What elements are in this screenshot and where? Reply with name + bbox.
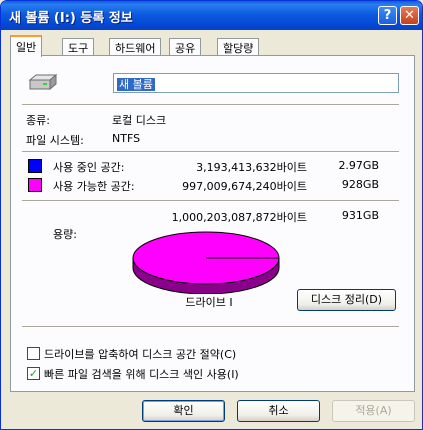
- volume-name-text: 새 볼륨: [117, 78, 155, 91]
- type-label: 종류:: [26, 114, 50, 127]
- filesystem-value: NTFS: [112, 132, 141, 145]
- title-bar[interactable]: 새 볼륨 (I:) 등록 정보 ? ✕: [1, 1, 422, 30]
- divider: [22, 104, 399, 106]
- capacity-size: 931GB: [341, 209, 379, 222]
- divider: [22, 200, 399, 202]
- compress-checkbox[interactable]: [27, 347, 40, 360]
- used-space-size: 2.97GB: [338, 159, 379, 172]
- capacity-label: 용량:: [53, 228, 77, 241]
- apply-button[interactable]: 적용(A): [332, 400, 415, 422]
- free-space-label: 사용 가능한 공간:: [53, 180, 135, 193]
- tab-tools[interactable]: 도구: [62, 38, 95, 55]
- tab-quota[interactable]: 할당량: [217, 38, 260, 55]
- divider: [22, 151, 399, 153]
- index-checkbox[interactable]: ✓: [27, 367, 40, 380]
- index-label[interactable]: 빠른 파일 검색을 위해 디스크 색인 사용(I): [44, 366, 239, 382]
- used-space-swatch: [28, 159, 42, 173]
- type-value: 로컬 디스크: [112, 114, 167, 127]
- tab-general[interactable]: 일반: [10, 35, 43, 57]
- free-space-bytes: 997,009,674,240바이트: [182, 180, 307, 193]
- free-space-swatch: [28, 178, 42, 192]
- compress-label[interactable]: 드라이브를 압축하여 디스크 공간 절약(C): [44, 346, 236, 362]
- disk-cleanup-button[interactable]: 디스크 정리(D): [297, 289, 396, 311]
- hard-drive-icon: [28, 73, 58, 91]
- tab-sharing[interactable]: 공유: [169, 38, 202, 55]
- ok-button[interactable]: 확인: [142, 400, 225, 422]
- divider: [22, 326, 399, 328]
- window-title: 새 볼륨 (I:) 등록 정보: [9, 11, 133, 26]
- help-button[interactable]: ?: [378, 6, 397, 25]
- disk-usage-pie: [132, 231, 280, 294]
- filesystem-label: 파일 시스템:: [26, 134, 84, 147]
- used-space-bytes: 3,193,413,632바이트: [196, 161, 307, 174]
- capacity-bytes: 1,000,203,087,872바이트: [171, 211, 307, 224]
- tab-hardware[interactable]: 하드웨어: [109, 38, 162, 55]
- used-space-label: 사용 중인 공간:: [53, 161, 125, 174]
- cancel-button[interactable]: 취소: [237, 400, 320, 422]
- drive-label: 드라이브 I: [185, 296, 233, 309]
- properties-dialog: 새 볼륨 (I:) 등록 정보 ? ✕ 일반 도구 하드웨어 공유 할당량 새 …: [0, 0, 423, 430]
- volume-name-input[interactable]: 새 볼륨: [113, 73, 399, 93]
- free-space-size: 928GB: [341, 178, 379, 191]
- close-button[interactable]: ✕: [400, 6, 419, 25]
